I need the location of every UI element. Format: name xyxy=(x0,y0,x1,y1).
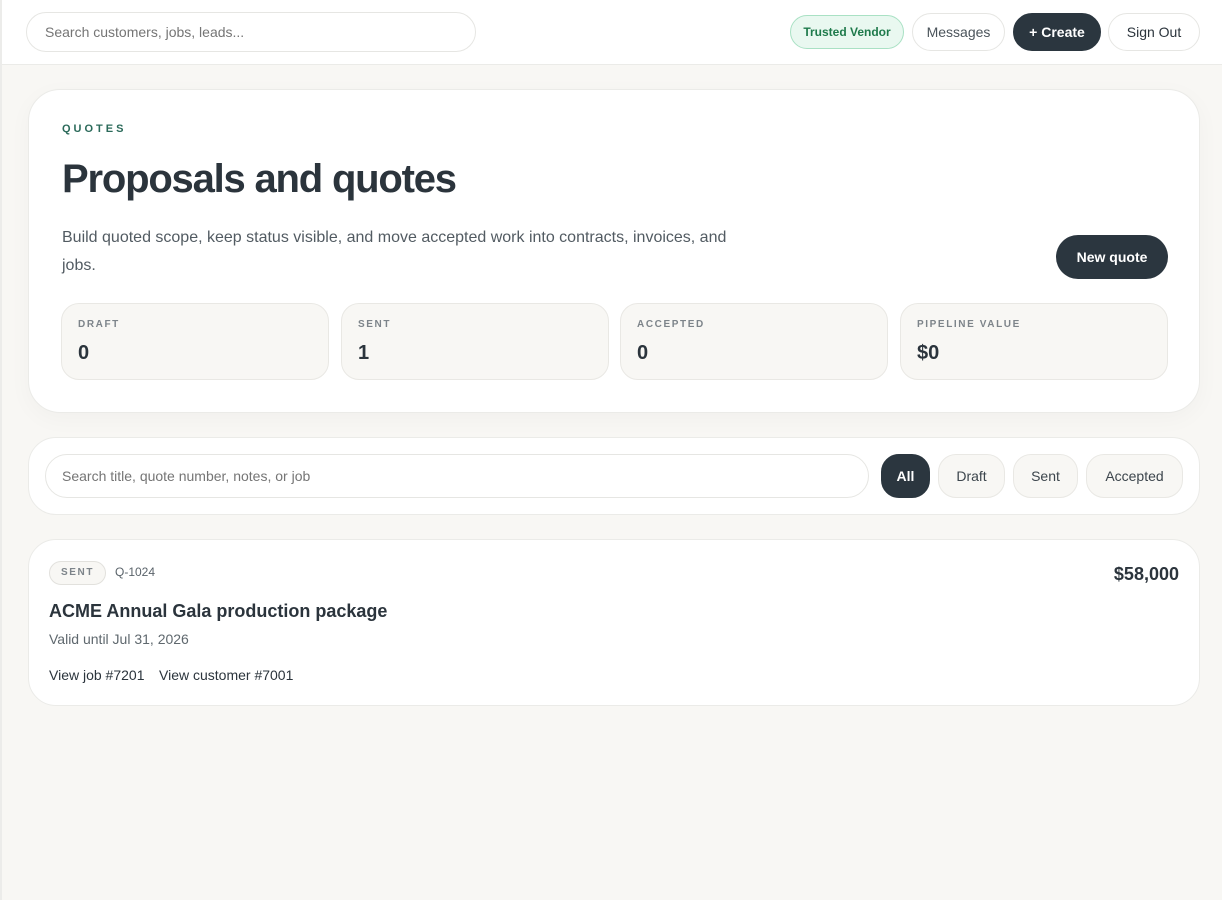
filter-all-button[interactable]: All xyxy=(881,454,930,498)
trusted-vendor-badge: Trusted Vendor xyxy=(790,15,904,49)
quote-amount: $58,000 xyxy=(1113,564,1179,584)
stat-value: $0 xyxy=(917,342,940,364)
stat-label: SENT xyxy=(358,319,392,330)
quote-number: Q-1024 xyxy=(115,565,156,579)
stat-label: DRAFT xyxy=(78,319,120,330)
page-title: Proposals and quotes xyxy=(62,157,457,201)
stat-card-pipeline-value: PIPELINE VALUE $0 xyxy=(900,303,1168,380)
new-quote-button[interactable]: New quote xyxy=(1056,235,1168,279)
global-search-input[interactable] xyxy=(26,12,476,52)
status-badge: SENT xyxy=(49,561,106,585)
quote-filter-bar: All Draft Sent Accepted xyxy=(28,437,1200,515)
view-customer-link[interactable]: View customer #7001 xyxy=(159,667,293,683)
stat-value: 0 xyxy=(637,342,649,364)
page-description: Build quoted scope, keep status visible,… xyxy=(62,229,727,274)
quote-valid-until: Valid until Jul 31, 2026 xyxy=(49,631,189,647)
stat-label: ACCEPTED xyxy=(637,319,705,330)
sign-out-button[interactable]: Sign Out xyxy=(1108,13,1200,51)
create-button[interactable]: + Create xyxy=(1013,13,1101,51)
section-eyebrow: QUOTES xyxy=(62,123,127,135)
stat-label: PIPELINE VALUE xyxy=(917,319,1021,330)
messages-button[interactable]: Messages xyxy=(912,13,1005,51)
quotes-hero-card: QUOTES Proposals and quotes Build quoted… xyxy=(28,89,1200,413)
quote-card[interactable]: SENT Q-1024 $58,000 ACME Annual Gala pro… xyxy=(28,539,1200,706)
filter-sent-button[interactable]: Sent xyxy=(1013,454,1078,498)
stat-card-draft: DRAFT 0 xyxy=(61,303,329,380)
filter-draft-button[interactable]: Draft xyxy=(938,454,1005,498)
stat-value: 1 xyxy=(358,342,370,364)
stat-card-sent: SENT 1 xyxy=(341,303,609,380)
stat-value: 0 xyxy=(78,342,90,364)
stat-card-accepted: ACCEPTED 0 xyxy=(620,303,888,380)
top-bar: Trusted Vendor Messages + Create Sign Ou… xyxy=(2,0,1222,65)
filter-accepted-button[interactable]: Accepted xyxy=(1086,454,1183,498)
quote-search-input[interactable] xyxy=(45,454,869,498)
view-job-link[interactable]: View job #7201 xyxy=(49,667,144,683)
quote-title[interactable]: ACME Annual Gala production package xyxy=(49,601,387,622)
